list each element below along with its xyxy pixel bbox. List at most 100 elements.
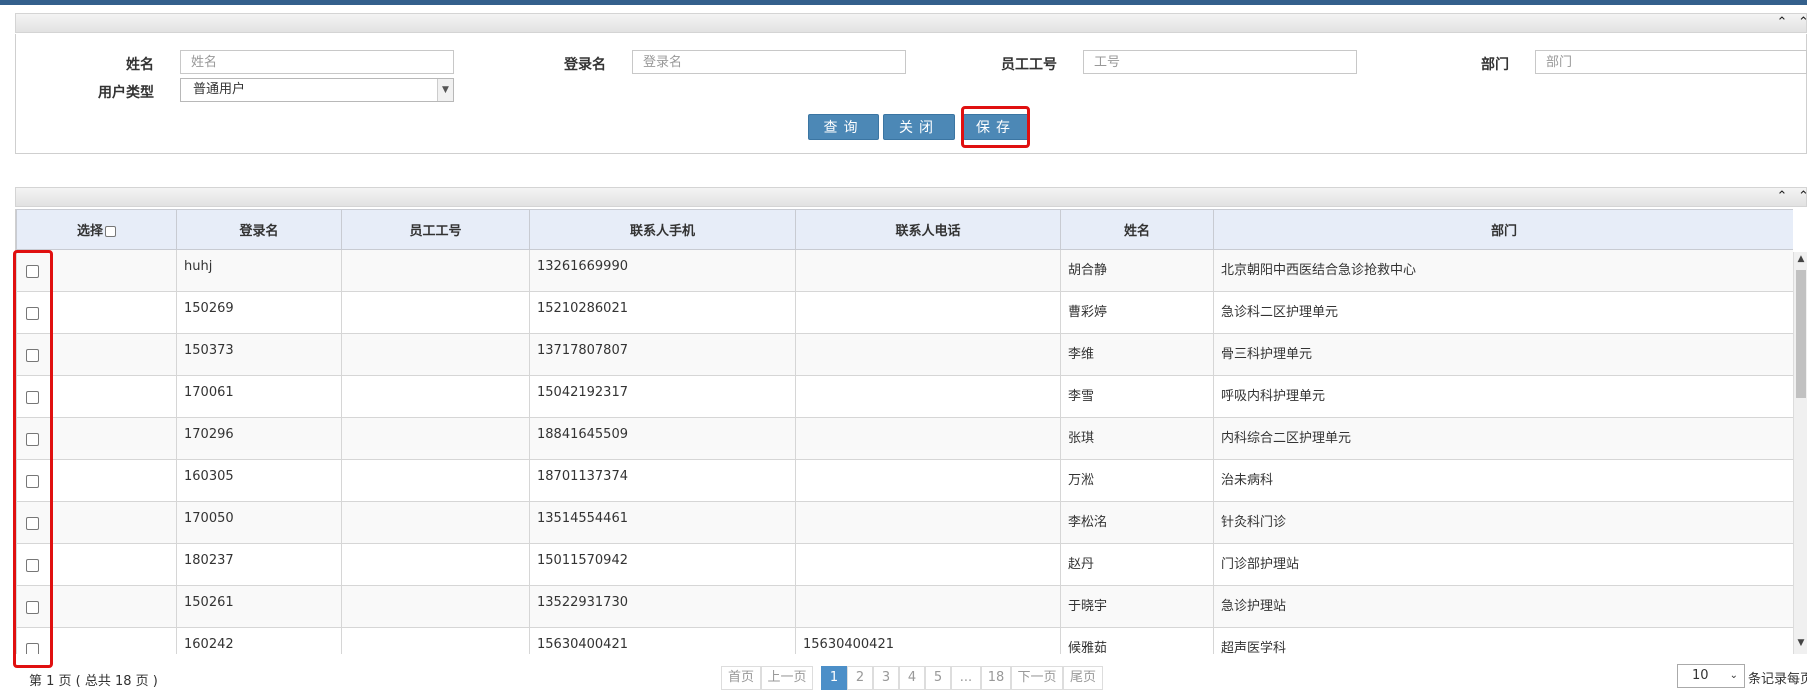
cell-employee-id [341, 375, 530, 418]
page-button-3[interactable]: 3 [873, 666, 899, 690]
last-page-button[interactable]: 尾页 [1063, 666, 1103, 690]
cell-phone [795, 375, 1061, 418]
cell-login: 150269 [176, 291, 342, 334]
cell-employee-id [341, 501, 530, 544]
cell-mobile: 18701137374 [529, 459, 796, 502]
collapse-icon[interactable]: ⌃ [1772, 14, 1792, 32]
cell-mobile: 13261669990 [529, 249, 796, 292]
dropdown-arrow-icon[interactable]: ▼ [437, 79, 453, 101]
page-size-label: 条记录每页 [1748, 672, 1807, 687]
table-row[interactable]: huhj 13261669990 胡合静 北京朝阳中西医结合急诊抢救中心 [16, 249, 1793, 292]
cell-name: 张琪 [1060, 417, 1214, 460]
col-mobile[interactable]: 联系人手机 [529, 209, 796, 250]
page-button-5[interactable]: 5 [925, 666, 951, 690]
employee-id-label: 员工工号 [1001, 57, 1057, 73]
table-row[interactable]: 150373 13717807807 李维 骨三科护理单元 [16, 333, 1793, 376]
page-button-4[interactable]: 4 [899, 666, 925, 690]
cell-department: 治未病科 [1213, 459, 1793, 502]
cell-mobile: 13514554461 [529, 501, 796, 544]
cell-phone [795, 459, 1061, 502]
col-department[interactable]: 部门 [1213, 209, 1793, 250]
page-ellipsis: ... [951, 666, 981, 690]
col-phone[interactable]: 联系人电话 [795, 209, 1061, 250]
cell-login: 160305 [176, 459, 342, 502]
cell-employee-id [341, 543, 530, 586]
col-select-label: 选择 [76, 224, 103, 239]
name-label: 姓名 [126, 57, 154, 73]
user-grid: 选择 登录名 员工工号 联系人手机 联系人电话 姓名 部门 huhj 132616… [15, 209, 1793, 654]
query-button[interactable]: 查询 [808, 114, 879, 140]
table-row[interactable]: 150261 13522931730 于晓宇 急诊护理站 [16, 585, 1793, 628]
user-type-value: 普通用户 [193, 82, 246, 97]
col-name[interactable]: 姓名 [1060, 209, 1214, 250]
table-body: huhj 13261669990 胡合静 北京朝阳中西医结合急诊抢救中心 150269 1… [16, 249, 1793, 654]
user-type-label: 用户类型 [98, 85, 154, 101]
cell-department: 针灸科门诊 [1213, 501, 1793, 544]
table-row[interactable]: 180237 15011570942 赵丹 门诊部护理站 [16, 543, 1793, 586]
department-input[interactable] [1535, 50, 1807, 74]
cell-name: 赵丹 [1060, 543, 1214, 586]
cell-employee-id [341, 333, 530, 376]
cell-department: 门诊部护理站 [1213, 543, 1793, 586]
login-input[interactable] [632, 50, 906, 74]
cell-employee-id [341, 249, 530, 292]
first-page-button[interactable]: 首页 [721, 666, 761, 690]
cell-department: 呼吸内科护理单元 [1213, 375, 1793, 418]
department-label: 部门 [1481, 57, 1509, 73]
table-row[interactable]: 170050 13514554461 李松洺 针灸科门诊 [16, 501, 1793, 544]
cell-phone [795, 585, 1061, 628]
cell-mobile: 18841645509 [529, 417, 796, 460]
vertical-scrollbar[interactable]: ▲ ▼ [1793, 252, 1807, 654]
close-button[interactable]: 关闭 [883, 114, 955, 140]
employee-id-input[interactable] [1083, 50, 1357, 74]
cell-name: 李维 [1060, 333, 1214, 376]
cell-department: 内科综合二区护理单元 [1213, 417, 1793, 460]
cell-name: 万淞 [1060, 459, 1214, 502]
collapse-icon-secondary[interactable]: ⌃ [1798, 14, 1807, 32]
table-row[interactable]: 160305 18701137374 万淞 治未病科 [16, 459, 1793, 502]
page-button-1[interactable]: 1 [821, 666, 847, 690]
scrollbar-thumb[interactable] [1796, 270, 1806, 398]
prev-page-button[interactable]: 上一页 [761, 666, 813, 690]
cell-phone [795, 417, 1061, 460]
name-input[interactable] [180, 50, 454, 74]
collapse-icon-secondary[interactable]: ⌃ [1798, 188, 1807, 206]
cell-mobile: 15210286021 [529, 291, 796, 334]
cell-employee-id [341, 291, 530, 334]
grid-panel-header: ⌃ ⌃ [15, 187, 1807, 207]
login-label: 登录名 [564, 57, 606, 73]
cell-phone [795, 501, 1061, 544]
table-header-row: 选择 登录名 员工工号 联系人手机 联系人电话 姓名 部门 [16, 209, 1793, 250]
cell-department: 超声医学科 [1213, 627, 1793, 654]
cell-login: huhj [176, 249, 342, 292]
page-size-select[interactable]: 10 ⌄ [1677, 664, 1745, 688]
user-table: 选择 登录名 员工工号 联系人手机 联系人电话 姓名 部门 huhj 132616… [16, 209, 1793, 654]
page-button-18[interactable]: 18 [981, 666, 1011, 690]
cell-login: 160242 [176, 627, 342, 654]
user-type-select[interactable]: 普通用户 ▼ [180, 78, 454, 102]
cell-name: 于晓宇 [1060, 585, 1214, 628]
cell-mobile: 13717807807 [529, 333, 796, 376]
page-info: 第 1 页 ( 总共 18 页 ) [29, 674, 158, 689]
table-row[interactable]: 170296 18841645509 张琪 内科综合二区护理单元 [16, 417, 1793, 460]
col-employee-id[interactable]: 员工工号 [341, 209, 530, 250]
cell-department: 北京朝阳中西医结合急诊抢救中心 [1213, 249, 1793, 292]
cell-name: 胡合静 [1060, 249, 1214, 292]
table-row[interactable]: 150269 15210286021 曹彩婷 急诊科二区护理单元 [16, 291, 1793, 334]
page-button-2[interactable]: 2 [847, 666, 873, 690]
cell-employee-id [341, 585, 530, 628]
cell-mobile: 15011570942 [529, 543, 796, 586]
table-row[interactable]: 160242 15630400421 15630400421 候雅茹 超声医学科 [16, 627, 1793, 654]
collapse-icon[interactable]: ⌃ [1772, 188, 1792, 206]
col-login[interactable]: 登录名 [176, 209, 342, 250]
table-row[interactable]: 170061 15042192317 李雪 呼吸内科护理单元 [16, 375, 1793, 418]
select-all-checkbox[interactable] [105, 226, 116, 237]
checkbox-highlight-box [13, 250, 53, 668]
cell-phone [795, 249, 1061, 292]
cell-employee-id [341, 459, 530, 502]
scroll-down-icon[interactable]: ▼ [1794, 638, 1807, 652]
scroll-up-icon[interactable]: ▲ [1794, 254, 1807, 268]
next-page-button[interactable]: 下一页 [1011, 666, 1063, 690]
cell-login: 150261 [176, 585, 342, 628]
cell-login: 170061 [176, 375, 342, 418]
